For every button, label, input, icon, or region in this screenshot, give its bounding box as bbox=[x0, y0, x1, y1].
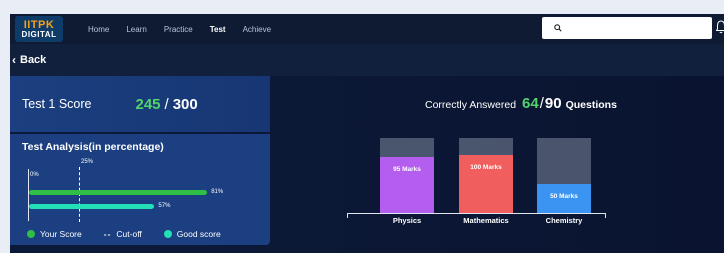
legend-your-score-label: Your Score bbox=[40, 229, 82, 239]
baseline-tick-left bbox=[347, 213, 348, 218]
chemistry-label: Chemistry bbox=[545, 216, 583, 225]
chevron-left-icon: ‹ bbox=[12, 53, 16, 67]
app-frame: IITPK DIGITAL Home Learn Practice Test A… bbox=[10, 14, 724, 253]
mathematics-marks-label: 100 Marks bbox=[470, 163, 502, 171]
good-score-bar bbox=[29, 204, 155, 209]
search-icon bbox=[554, 24, 562, 32]
nav-link-test[interactable]: Test bbox=[210, 25, 226, 34]
green-dot-icon bbox=[27, 230, 35, 238]
mathematics-column: 100 Marks bbox=[459, 138, 513, 213]
analysis-legend: Your Score -- Cut-off Good score bbox=[27, 229, 243, 239]
physics-column: 95 Marks bbox=[380, 138, 434, 213]
bell-icon[interactable] bbox=[716, 20, 724, 34]
legend-good-score: Good score bbox=[163, 229, 221, 239]
correctly-answered-summary: Correctly Answered 64 / 90 Questions bbox=[425, 95, 617, 112]
teal-dot-icon bbox=[163, 230, 172, 238]
correct-total: 90 bbox=[544, 95, 562, 112]
legend-cutoff: -- Cut-off bbox=[104, 229, 142, 239]
your-score-bar bbox=[29, 190, 208, 195]
logo-top-text: IITPK bbox=[23, 18, 55, 31]
back-bar: ‹ Back bbox=[10, 44, 724, 76]
zero-tick-label: 0% bbox=[30, 172, 39, 178]
chart-axis bbox=[28, 169, 29, 221]
nav-link-home[interactable]: Home bbox=[88, 25, 109, 34]
score-title: Test 1 Score bbox=[22, 97, 92, 111]
physics-label: Physics bbox=[392, 216, 422, 225]
correct-suffix: Questions bbox=[565, 99, 617, 111]
search-input[interactable] bbox=[542, 17, 712, 39]
test-analysis-card: Test Analysis(in percentage) 0% 25% 81% … bbox=[10, 134, 270, 245]
left-column: Test 1 Score 245 / 300 Test Analysis(in … bbox=[10, 76, 270, 253]
cutoff-tick-label: 25% bbox=[81, 159, 94, 165]
legend-cutoff-label: Cut-off bbox=[116, 229, 142, 239]
legend-good-score-label: Good score bbox=[176, 229, 221, 239]
chemistry-column: 50 Marks bbox=[537, 138, 591, 213]
mathematics-label: Mathematics bbox=[463, 216, 509, 225]
your-score-bar-label: 81% bbox=[211, 189, 224, 195]
correct-value: 64 bbox=[522, 95, 539, 112]
nav-links: Home Learn Practice Test Achieve bbox=[88, 14, 288, 44]
score-separator: / bbox=[164, 95, 169, 113]
back-label: Back bbox=[20, 54, 47, 66]
analysis-title: Test Analysis(in percentage) bbox=[22, 141, 164, 153]
brand-logo[interactable]: IITPK DIGITAL bbox=[15, 16, 63, 42]
subject-chart-baseline bbox=[347, 213, 606, 214]
subject-chart-area: Correctly Answered 64 / 90 Questions 95 … bbox=[270, 76, 724, 253]
score-value: 245 bbox=[135, 95, 161, 113]
nav-link-practice[interactable]: Practice bbox=[164, 25, 193, 34]
physics-marks-label: 95 Marks bbox=[393, 166, 421, 174]
score-card: Test 1 Score 245 / 300 bbox=[10, 76, 270, 132]
baseline-tick-right bbox=[605, 213, 606, 218]
chemistry-marks-label: 50 Marks bbox=[550, 192, 578, 200]
results-panel: Test 1 Score 245 / 300 Test Analysis(in … bbox=[10, 76, 724, 253]
top-navbar: IITPK DIGITAL Home Learn Practice Test A… bbox=[10, 14, 724, 44]
score-total: 300 bbox=[172, 95, 198, 113]
correct-prefix: Correctly Answered bbox=[425, 99, 517, 111]
back-button[interactable]: ‹ Back bbox=[12, 53, 46, 67]
logo-bottom-text: DIGITAL bbox=[21, 29, 57, 39]
good-score-bar-label: 57% bbox=[158, 203, 171, 209]
correct-separator: / bbox=[539, 95, 544, 112]
dashed-line-icon: -- bbox=[103, 229, 112, 239]
legend-your-score: Your Score bbox=[27, 229, 82, 239]
nav-link-learn[interactable]: Learn bbox=[126, 25, 146, 34]
nav-link-achieve[interactable]: Achieve bbox=[243, 25, 271, 34]
